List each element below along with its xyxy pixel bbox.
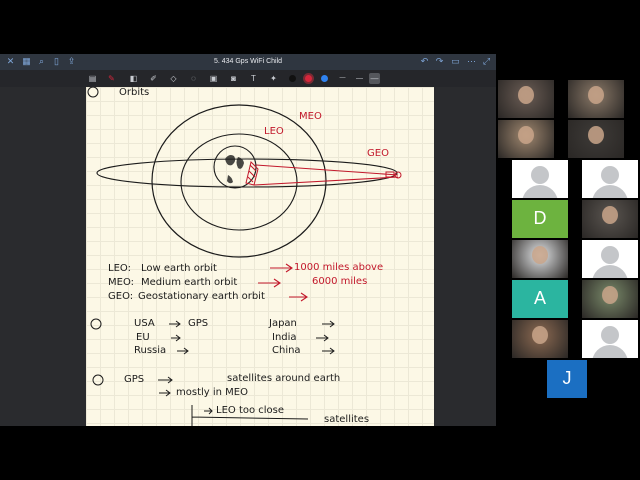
def-distance: 1000 miles above <box>294 262 384 273</box>
title-bar: ✕ ▦ ⌕ ▯ ⇪ 5. 434 Gps WiFi Child ↶ ↷ ▭ ⋯ … <box>0 54 496 70</box>
system-country: Japan <box>269 318 297 329</box>
shapes-icon[interactable]: ◇ <box>168 73 179 84</box>
camera-icon[interactable]: ◙ <box>228 73 239 84</box>
participant-tile[interactable]: D <box>512 200 568 238</box>
notebook-page[interactable]: Orbits LEO MEO GEO LEO: Low earth orbit … <box>86 87 434 426</box>
label-leo: LEO <box>264 126 284 137</box>
image-icon[interactable]: ▣ <box>208 73 219 84</box>
gps-label: GPS <box>124 374 145 385</box>
gps-line-leo: LEO too close <box>216 405 285 416</box>
new-page-icon[interactable]: ▭ <box>450 56 461 67</box>
video-feed <box>602 206 618 224</box>
label-meo: MEO <box>299 111 322 122</box>
heading-orbits: Orbits <box>119 87 150 98</box>
avatar-placeholder-body <box>522 185 558 198</box>
video-feed <box>602 286 618 304</box>
system-country: EU <box>136 332 150 343</box>
def-distance: 6000 miles <box>312 276 368 287</box>
avatar-placeholder-icon <box>601 246 619 264</box>
pen-icon[interactable]: ✎ <box>106 73 117 84</box>
participant-tile[interactable] <box>582 280 638 318</box>
participant-tile[interactable] <box>582 240 638 278</box>
avatar-initial: D <box>533 208 547 228</box>
video-feed <box>518 86 534 104</box>
system-country: China <box>272 345 301 356</box>
participant-gallery: D A J <box>496 78 640 400</box>
more-icon[interactable]: ⋯ <box>466 56 477 67</box>
video-feed <box>532 326 548 344</box>
avatar-initial: J <box>562 368 572 388</box>
participant-tile[interactable] <box>512 320 568 358</box>
participant-tile[interactable] <box>512 240 568 278</box>
system-gps: GPS <box>188 318 209 329</box>
thick-stroke-icon[interactable]: — <box>369 73 380 84</box>
redo-icon[interactable]: ↷ <box>434 56 445 67</box>
video-feed <box>588 86 604 104</box>
participant-tile[interactable] <box>582 320 638 358</box>
notes-app-window: ✕ ▦ ⌕ ▯ ⇪ 5. 434 Gps WiFi Child ↶ ↷ ▭ ⋯ … <box>0 54 496 426</box>
avatar-placeholder-icon <box>531 166 549 184</box>
participant-tile[interactable] <box>568 120 624 158</box>
color-red-swatch[interactable] <box>305 75 312 82</box>
medium-stroke-icon[interactable]: — <box>354 73 365 84</box>
participant-tile[interactable] <box>568 80 624 118</box>
participant-tile[interactable]: A <box>512 280 568 318</box>
def-text: Medium earth orbit <box>141 277 238 288</box>
color-black-swatch[interactable] <box>289 75 296 82</box>
participant-tile[interactable] <box>498 120 554 158</box>
participant-tile[interactable] <box>582 200 638 238</box>
avatar-placeholder-icon <box>601 166 619 184</box>
highlighter-icon[interactable]: ✐ <box>148 73 159 84</box>
def-abbr: LEO: <box>108 263 131 274</box>
thin-stroke-icon[interactable]: — <box>337 73 348 84</box>
drawing-toolbar: ▤ ✎ ◧ ✐ ◇ ◌ ▣ ◙ T ✦ — — — <box>0 70 496 87</box>
eraser-icon[interactable]: ◧ <box>128 73 139 84</box>
def-text: Geostationary earth orbit <box>138 291 265 302</box>
participant-tile[interactable] <box>582 160 638 198</box>
def-text: Low earth orbit <box>141 263 217 274</box>
label-geo: GEO <box>367 148 389 159</box>
color-blue-swatch[interactable] <box>321 75 328 82</box>
participant-tile[interactable] <box>498 80 554 118</box>
lasso-icon[interactable]: ◌ <box>188 73 199 84</box>
def-abbr: MEO: <box>108 277 135 288</box>
text-icon[interactable]: T <box>248 73 259 84</box>
system-country: India <box>272 332 297 343</box>
reader-icon[interactable]: ▤ <box>87 73 98 84</box>
gps-line-satellites: satellites around earth <box>227 373 341 384</box>
def-abbr: GEO: <box>108 291 134 302</box>
avatar-placeholder-body <box>592 265 628 278</box>
avatar-placeholder-icon <box>601 326 619 344</box>
expand-icon[interactable]: ⤢ <box>481 56 492 67</box>
laser-icon[interactable]: ✦ <box>268 73 279 84</box>
avatar-placeholder-body <box>592 345 628 358</box>
undo-icon[interactable]: ↶ <box>419 56 430 67</box>
video-feed <box>588 126 604 144</box>
avatar-initial: A <box>533 288 546 308</box>
system-country: USA <box>134 318 155 329</box>
video-feed <box>518 126 534 144</box>
participant-tile[interactable]: J <box>547 360 587 398</box>
avatar-placeholder-body <box>592 185 628 198</box>
video-feed <box>532 246 548 264</box>
participant-tile[interactable] <box>512 160 568 198</box>
gps-line-meo: mostly in MEO <box>176 387 248 398</box>
gps-line-satellites-2: satellites <box>324 414 370 425</box>
system-country: Russia <box>134 345 167 356</box>
